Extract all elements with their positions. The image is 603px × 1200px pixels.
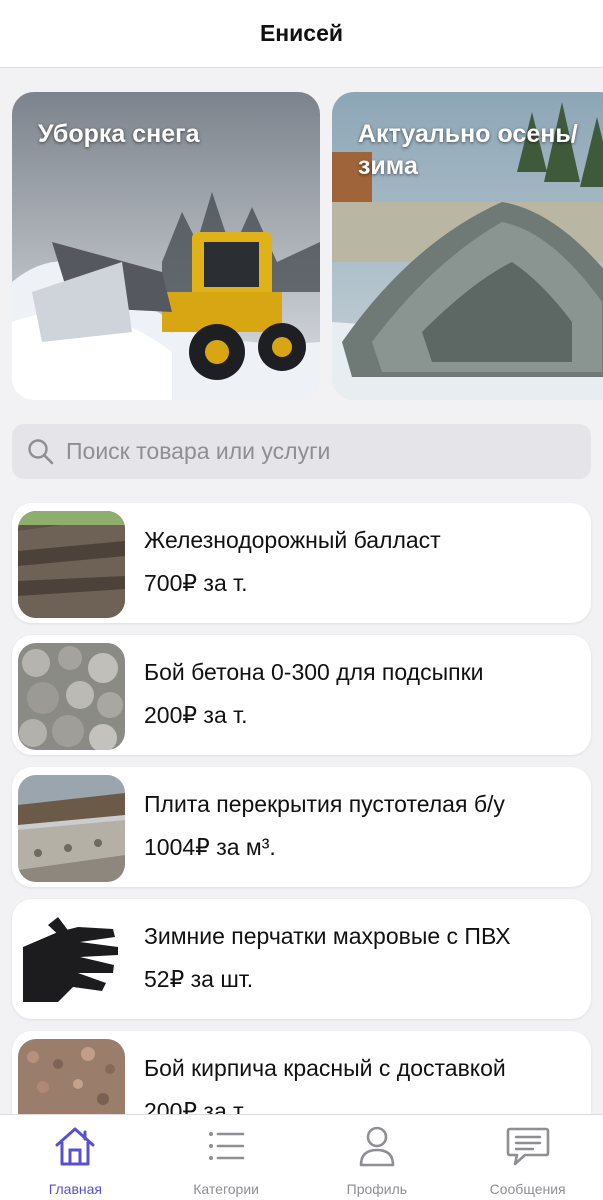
product-card[interactable]: Железнодорожный балласт 700₽ за т. — [12, 503, 591, 623]
profile-icon — [359, 1126, 395, 1167]
tab-home[interactable]: Главная — [0, 1115, 151, 1200]
product-name: Плита перекрытия пустотелая б/у — [144, 791, 505, 817]
app-screen: Енисей Уборка снега Актуально осень/ зим… — [0, 0, 603, 1200]
product-name: Железнодорожный балласт — [144, 527, 441, 553]
home-icon — [55, 1127, 95, 1166]
product-name: Бой бетона 0-300 для подсыпки — [144, 659, 484, 685]
tab-label: Категории — [193, 1181, 259, 1197]
product-price: 52₽ за шт. — [144, 966, 254, 992]
tab-messages[interactable]: Сообщения — [452, 1115, 603, 1200]
ballast-image — [18, 511, 125, 618]
search-bar[interactable] — [12, 424, 591, 479]
product-name: Зимние перчатки махровые с ПВХ — [144, 923, 511, 949]
product-name: Бой кирпича красный с доставкой — [144, 1055, 506, 1081]
banner-snow-removal[interactable]: Уборка снега — [12, 92, 320, 400]
slab-image — [18, 775, 125, 882]
tab-label: Профиль — [346, 1181, 408, 1197]
app-header: Енисей — [0, 0, 603, 68]
page-title: Енисей — [259, 20, 344, 46]
product-card[interactable]: Зимние перчатки махровые с ПВХ 52₽ за шт… — [12, 899, 591, 1019]
search-input[interactable] — [66, 438, 566, 465]
product-price: 200₽ за т. — [144, 702, 248, 728]
product-thumbnail — [18, 643, 125, 750]
glove-image — [18, 907, 125, 1014]
product-thumbnail — [18, 775, 125, 882]
banner-title: Уборка снега — [38, 120, 200, 148]
banner-autumn-winter[interactable]: Актуально осень/ зима — [332, 92, 603, 400]
product-thumbnail — [18, 907, 125, 1014]
concrete-rubble-image — [18, 643, 125, 750]
bottom-navigation: Главная Категории Профиль Сообщения — [0, 1114, 603, 1200]
list-icon — [209, 1132, 245, 1160]
product-price: 1004₽ за м³. — [144, 834, 276, 860]
product-thumbnail — [18, 511, 125, 618]
product-price: 700₽ за т. — [144, 570, 248, 596]
tab-label: Сообщения — [489, 1181, 566, 1197]
banner-title: Актуально осень/ зима — [358, 120, 578, 180]
tab-label: Главная — [48, 1181, 103, 1197]
product-card[interactable]: Плита перекрытия пустотелая б/у 1004₽ за… — [12, 767, 591, 887]
product-card[interactable]: Бой бетона 0-300 для подсыпки 200₽ за т. — [12, 635, 591, 755]
search-icon — [28, 438, 54, 464]
tab-profile[interactable]: Профиль — [302, 1115, 453, 1200]
tab-categories[interactable]: Категории — [151, 1115, 302, 1200]
messages-icon — [506, 1127, 549, 1166]
